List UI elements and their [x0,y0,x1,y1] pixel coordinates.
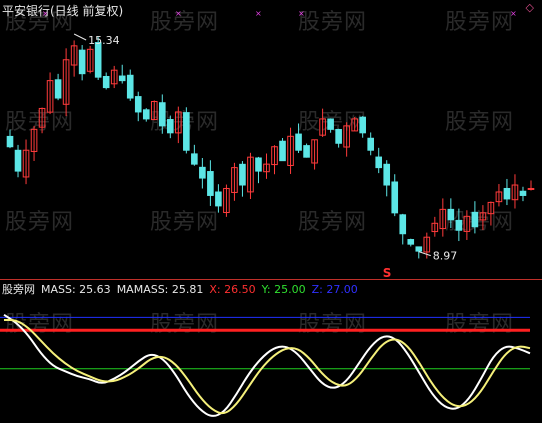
diamond-icon[interactable]: ◇ [526,1,534,14]
chart-stage: 股旁网 股旁网 股旁网 股旁网 股旁网 股旁网 股旁网 股旁网 股旁网 股旁网 … [0,0,542,423]
candle-body [134,96,142,113]
candle-body [447,208,455,221]
legend-item: MASS: 25.63 [41,283,111,296]
candle-body [14,149,22,172]
legend-item: MAMASS: 25.81 [116,283,204,296]
candle-body [519,190,527,196]
candle-body [399,214,407,235]
candle-body [391,181,399,214]
high-price-label: 15.34 [88,34,120,47]
candle-body [383,163,391,186]
candle-body [126,74,134,99]
mamass-series-line [4,318,531,415]
high-price-pointer [73,33,87,41]
signal-marker: × [510,9,517,18]
candle-body [78,49,86,75]
candle-body [6,135,14,148]
candle-body [279,140,286,162]
candle-body [367,137,374,151]
sell-signal-marker: S [383,266,392,280]
legend-item: Y: 25.00 [261,283,306,296]
candle-body [102,75,110,89]
candle-body [239,163,246,186]
low-price-label: 8.97 [433,250,458,263]
candle-body [255,157,262,172]
signal-marker: × [175,9,182,18]
candle-body [94,42,102,78]
candle-body [527,187,535,190]
candle-body [327,118,334,130]
candle-body [118,75,126,82]
price-candlestick-chart: 15.348.97S× × × × × [6,9,535,280]
indicator-legend: 股旁网 MASS: 25.63 MAMASS: 25.81 X: 26.50 Y: 25… [2,281,364,297]
candle-body [199,166,206,179]
candle-body [415,246,423,252]
candle-body [335,129,342,144]
candle-body [407,239,415,245]
legend-item: 股旁网 [2,283,35,296]
candle-body [142,109,150,120]
chart-title: 平安银行(日线 前复权) [2,4,124,18]
signal-marker: × [255,9,262,18]
candle-body [167,119,174,134]
candle-body [295,133,302,151]
legend-item: Z: 27.00 [311,283,358,296]
candle-body [191,153,198,165]
candle-body [359,116,366,134]
candle-body [503,187,511,200]
candle-body [303,145,310,158]
candle-body [207,171,214,196]
candle-body [471,211,479,228]
candle-body [455,219,463,231]
candle-body [375,156,383,169]
mass-indicator-chart [0,313,531,417]
signal-marker: × [298,9,305,18]
candle-body [215,191,222,207]
candle-body [183,112,190,151]
legend-item: X: 26.50 [209,283,256,296]
candle-body [158,102,166,127]
candle-body [54,79,62,99]
